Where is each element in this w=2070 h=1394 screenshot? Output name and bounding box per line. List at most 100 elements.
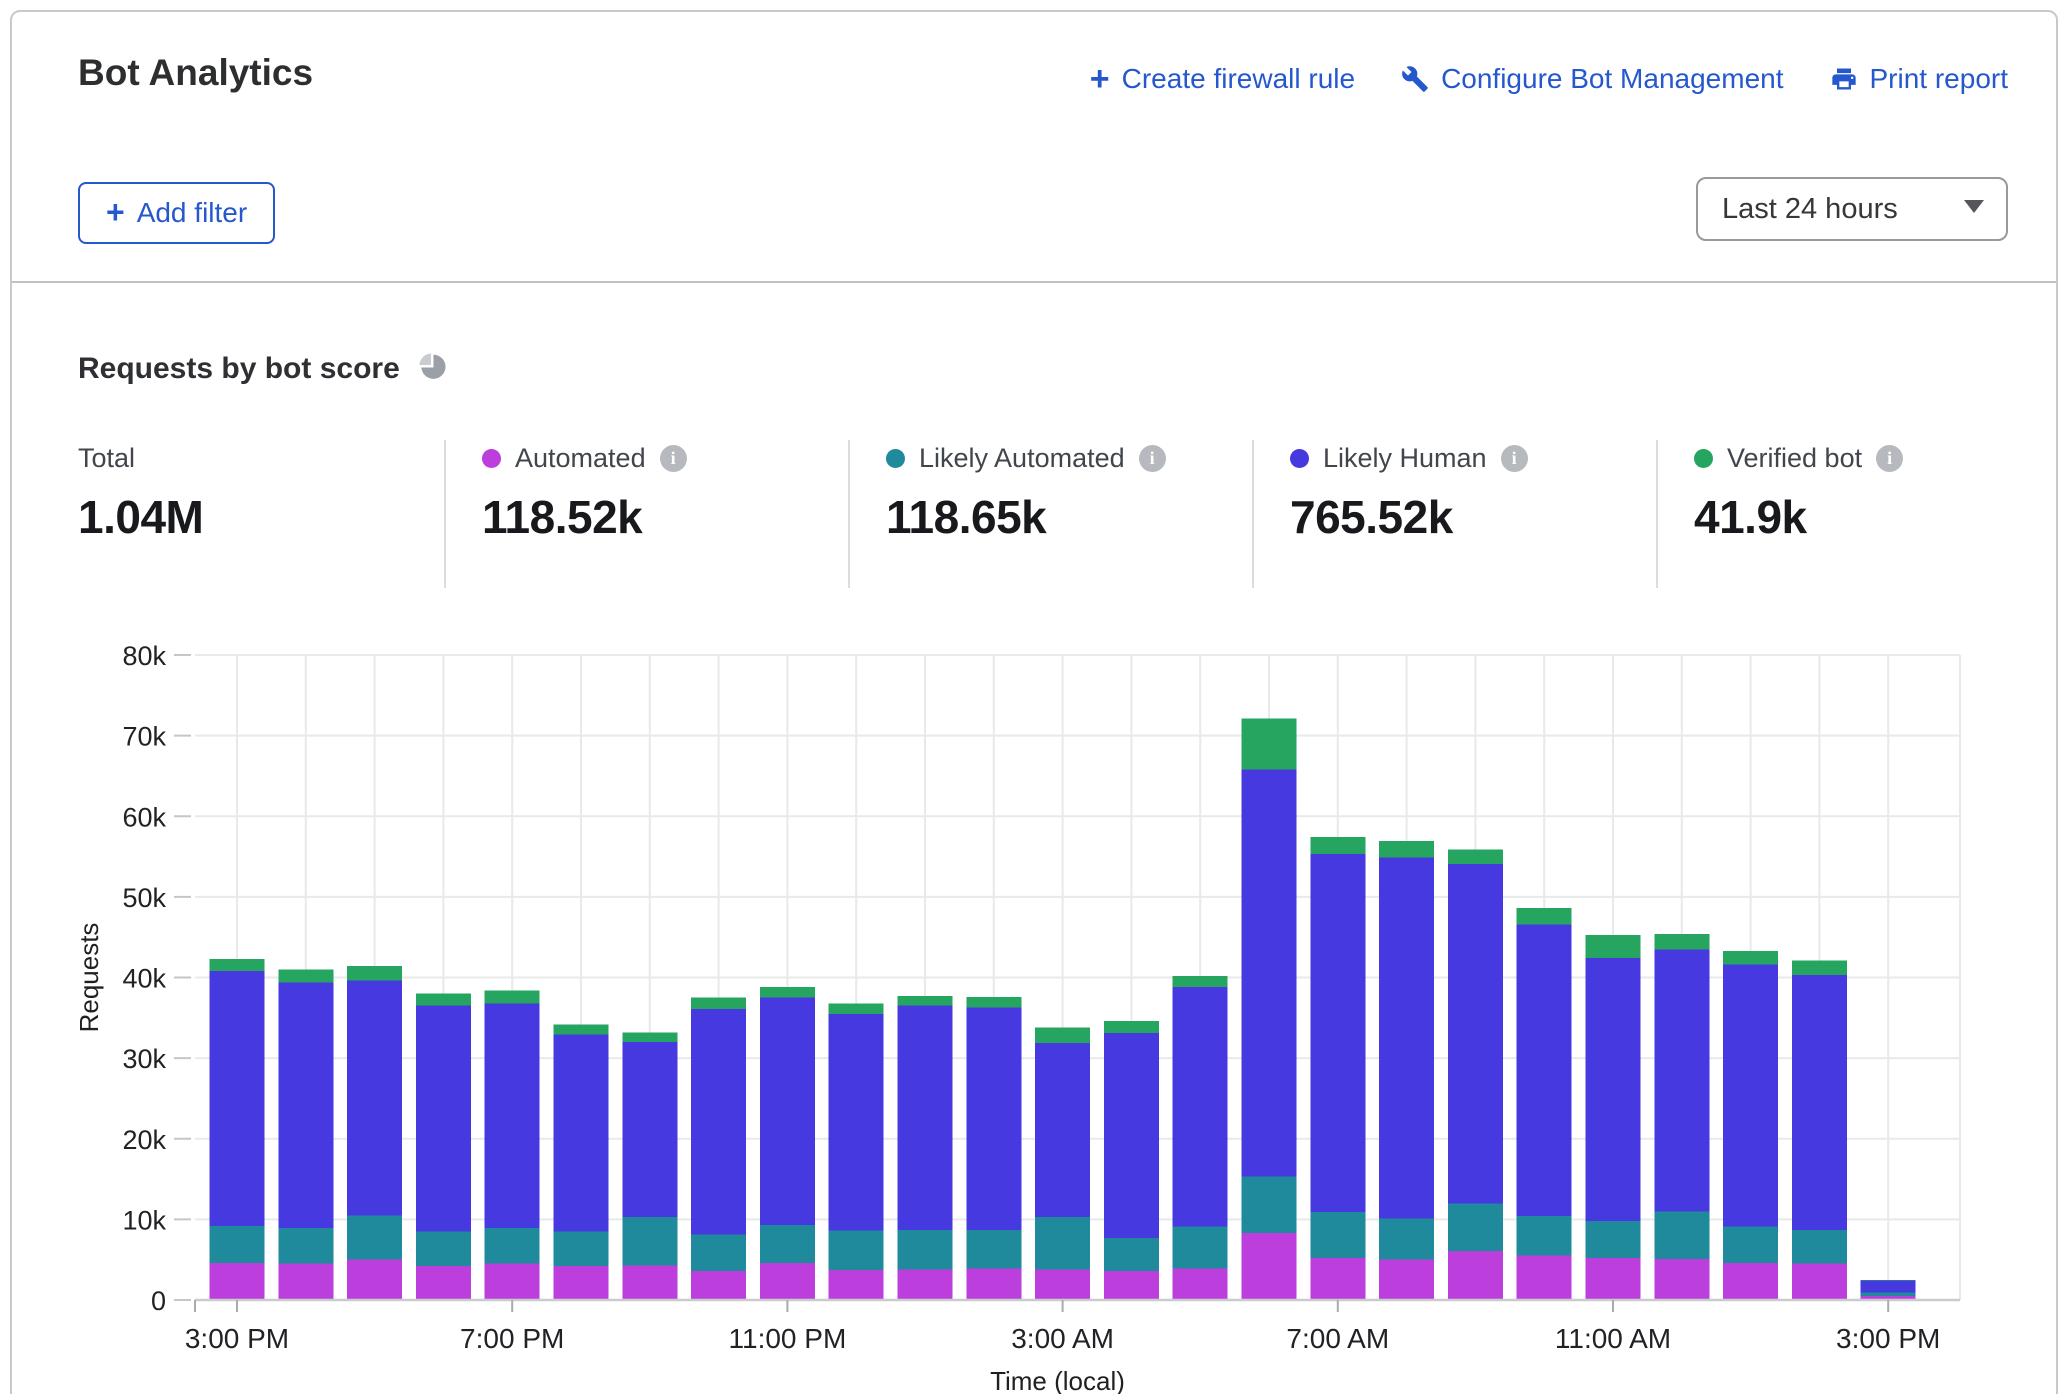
bar-segment-automated[interactable] [1723, 1263, 1778, 1300]
bar-segment-likely-human[interactable] [1379, 857, 1434, 1218]
add-filter-button[interactable]: + Add filter [78, 182, 275, 244]
bar-segment-automated[interactable] [1517, 1256, 1572, 1300]
bar-segment-likely-automated[interactable] [1310, 1212, 1365, 1258]
bar-segment-likely-automated[interactable] [1723, 1227, 1778, 1263]
bar-segment-likely-human[interactable] [966, 1007, 1021, 1230]
bar-segment-automated[interactable] [1104, 1271, 1159, 1300]
bar-segment-verified-bot[interactable] [210, 959, 265, 971]
bar-segment-verified-bot[interactable] [760, 987, 815, 997]
bar-segment-likely-automated[interactable] [485, 1228, 540, 1263]
bar-segment-automated[interactable] [347, 1260, 402, 1300]
bar-segment-likely-automated[interactable] [829, 1231, 884, 1271]
info-icon[interactable]: i [1876, 445, 1903, 472]
bar-segment-likely-human[interactable] [1586, 958, 1641, 1221]
bar-segment-likely-human[interactable] [1861, 1281, 1916, 1293]
bar-segment-likely-automated[interactable] [1242, 1177, 1297, 1233]
bar-segment-verified-bot[interactable] [1861, 1280, 1916, 1281]
bar-segment-likely-human[interactable] [416, 1006, 471, 1232]
bar-segment-likely-human[interactable] [1792, 975, 1847, 1230]
bar-segment-verified-bot[interactable] [1173, 976, 1228, 987]
bar-segment-likely-human[interactable] [1035, 1043, 1090, 1217]
bar-segment-likely-human[interactable] [1242, 769, 1297, 1176]
bar-segment-automated[interactable] [1310, 1258, 1365, 1300]
bar-segment-automated[interactable] [1379, 1260, 1434, 1300]
bar-segment-verified-bot[interactable] [1723, 951, 1778, 965]
bar-segment-likely-human[interactable] [1723, 965, 1778, 1227]
time-range-select[interactable]: Last 24 hours [1696, 177, 2008, 241]
info-icon[interactable]: i [1139, 445, 1166, 472]
bar-segment-verified-bot[interactable] [1035, 1027, 1090, 1042]
bar-segment-automated[interactable] [760, 1263, 815, 1300]
bar-segment-likely-automated[interactable] [622, 1217, 677, 1265]
bar-segment-likely-human[interactable] [347, 981, 402, 1216]
bar-segment-likely-automated[interactable] [1379, 1219, 1434, 1260]
bar-segment-likely-human[interactable] [210, 971, 265, 1226]
bar-segment-likely-automated[interactable] [1035, 1217, 1090, 1269]
bar-segment-likely-automated[interactable] [1792, 1230, 1847, 1264]
bar-segment-likely-automated[interactable] [760, 1225, 815, 1263]
bar-segment-verified-bot[interactable] [1310, 837, 1365, 854]
bar-segment-likely-human[interactable] [760, 998, 815, 1225]
bar-segment-verified-bot[interactable] [829, 1003, 884, 1013]
bar-segment-likely-automated[interactable] [347, 1215, 402, 1259]
bar-segment-likely-automated[interactable] [416, 1231, 471, 1266]
bar-segment-verified-bot[interactable] [485, 990, 540, 1003]
bar-segment-automated[interactable] [1242, 1233, 1297, 1300]
bar-segment-likely-human[interactable] [1173, 987, 1228, 1226]
bar-segment-verified-bot[interactable] [416, 994, 471, 1006]
bar-segment-likely-automated[interactable] [898, 1230, 953, 1270]
bar-segment-verified-bot[interactable] [554, 1024, 609, 1034]
bar-segment-likely-human[interactable] [485, 1003, 540, 1228]
bar-segment-likely-human[interactable] [829, 1014, 884, 1231]
bar-segment-verified-bot[interactable] [1586, 935, 1641, 958]
bar-segment-verified-bot[interactable] [1242, 719, 1297, 770]
bar-segment-verified-bot[interactable] [691, 998, 746, 1009]
bar-segment-automated[interactable] [1586, 1258, 1641, 1300]
bar-segment-likely-automated[interactable] [554, 1231, 609, 1266]
bar-segment-automated[interactable] [554, 1266, 609, 1300]
bar-segment-likely-automated[interactable] [1586, 1221, 1641, 1258]
bar-segment-likely-automated[interactable] [691, 1235, 746, 1271]
bar-segment-automated[interactable] [485, 1264, 540, 1300]
bar-segment-likely-automated[interactable] [1173, 1227, 1228, 1269]
bar-segment-likely-automated[interactable] [1861, 1293, 1916, 1296]
bar-segment-verified-bot[interactable] [347, 966, 402, 981]
bar-segment-verified-bot[interactable] [1654, 934, 1709, 949]
bar-segment-likely-human[interactable] [554, 1035, 609, 1232]
bar-segment-automated[interactable] [416, 1266, 471, 1300]
bar-segment-likely-human[interactable] [1104, 1033, 1159, 1238]
bar-segment-verified-bot[interactable] [1448, 849, 1503, 864]
create-firewall-rule-link[interactable]: + Create firewall rule [1090, 62, 1355, 96]
bar-segment-automated[interactable] [278, 1264, 333, 1300]
bar-segment-likely-human[interactable] [898, 1006, 953, 1230]
bar-segment-likely-automated[interactable] [210, 1226, 265, 1263]
bar-segment-automated[interactable] [622, 1265, 677, 1300]
bar-segment-likely-human[interactable] [1654, 949, 1709, 1211]
info-icon[interactable]: i [1501, 445, 1528, 472]
bar-segment-likely-human[interactable] [1448, 864, 1503, 1203]
bar-segment-likely-human[interactable] [1517, 924, 1572, 1216]
bar-segment-automated[interactable] [691, 1271, 746, 1300]
bar-segment-automated[interactable] [1792, 1264, 1847, 1300]
bar-segment-automated[interactable] [829, 1270, 884, 1300]
bar-segment-likely-automated[interactable] [278, 1228, 333, 1263]
bar-segment-verified-bot[interactable] [1379, 841, 1434, 857]
bar-segment-likely-human[interactable] [691, 1009, 746, 1235]
bar-segment-automated[interactable] [1035, 1269, 1090, 1300]
bar-segment-likely-automated[interactable] [1517, 1216, 1572, 1256]
print-report-link[interactable]: Print report [1830, 63, 2009, 95]
bar-segment-likely-automated[interactable] [966, 1230, 1021, 1269]
bar-segment-likely-automated[interactable] [1654, 1211, 1709, 1259]
bar-segment-automated[interactable] [1448, 1251, 1503, 1300]
bar-segment-likely-automated[interactable] [1448, 1203, 1503, 1251]
bar-segment-verified-bot[interactable] [1104, 1021, 1159, 1033]
bar-segment-automated[interactable] [1173, 1269, 1228, 1300]
bar-segment-likely-human[interactable] [1310, 854, 1365, 1212]
bar-segment-verified-bot[interactable] [278, 969, 333, 982]
bar-segment-likely-human[interactable] [622, 1042, 677, 1217]
bar-segment-likely-human[interactable] [278, 982, 333, 1228]
bar-segment-verified-bot[interactable] [966, 997, 1021, 1007]
bar-segment-automated[interactable] [210, 1263, 265, 1300]
bar-segment-verified-bot[interactable] [622, 1032, 677, 1042]
bar-segment-likely-automated[interactable] [1104, 1238, 1159, 1271]
